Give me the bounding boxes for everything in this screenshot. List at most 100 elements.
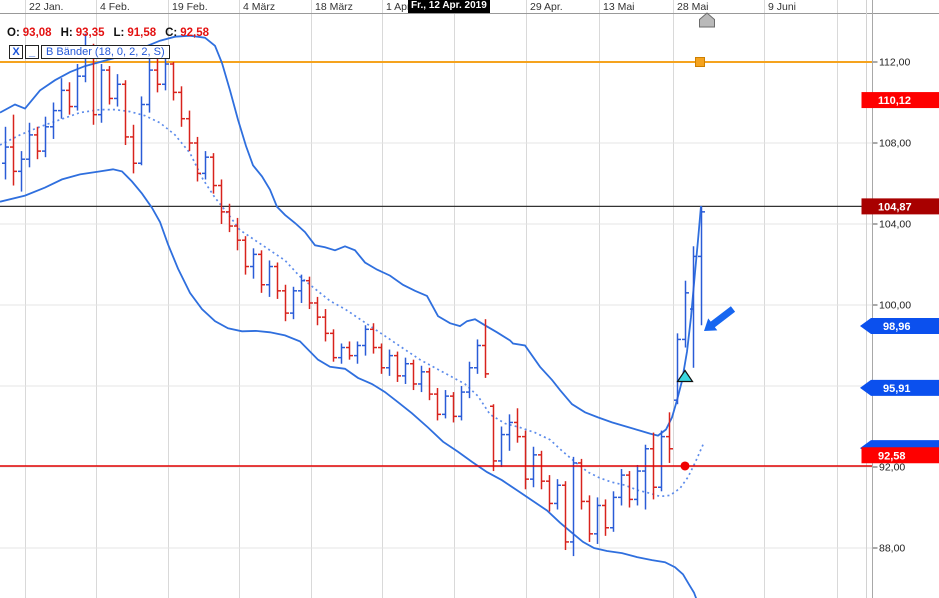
ohlc-bar (402, 358, 409, 384)
ohlc-bar (266, 260, 273, 296)
date-axis-label: 4 März (243, 1, 275, 13)
buy-signal-triangle-marker (678, 370, 693, 381)
ohlc-bar (426, 368, 433, 400)
ohlc-bar (386, 350, 393, 376)
ohlc-bar (290, 287, 297, 319)
ohlc-bar (338, 343, 345, 363)
ohlc-bar (66, 82, 73, 114)
date-marker-pentagon[interactable] (700, 13, 715, 27)
ohlc-bar (274, 262, 281, 298)
chart-window: 22 Jan.4 Feb.19 Feb.4 März18 März1 Apr.1… (0, 0, 939, 598)
price-dot-marker (681, 461, 690, 470)
date-axis-label: 19 Feb. (172, 1, 208, 13)
date-axis-label: 9 Juni (768, 1, 796, 13)
ohlc-bar (570, 457, 577, 556)
ohlc-bar (2, 127, 9, 180)
bollinger-upper-band (0, 36, 701, 436)
ohlc-bar (122, 80, 129, 145)
low-label: L: (113, 27, 124, 39)
date-axis-label: 28 Mai (677, 1, 709, 13)
date-axis-label: 29 Apr. (530, 1, 563, 13)
ohlc-bar (106, 66, 113, 104)
ohlc-bar (562, 481, 569, 550)
ohlc-bar (18, 151, 25, 192)
price-axis-label: 112,00 (879, 57, 910, 69)
ohlc-bar (498, 427, 505, 468)
ohlc-bar (370, 323, 377, 353)
date-axis-label: 22 Jan. (29, 1, 63, 13)
ohlc-bar (554, 479, 561, 509)
price-highlight-label: 92,58 (878, 450, 906, 462)
ohlc-bar (546, 475, 553, 511)
ohlc-bar (210, 153, 217, 194)
ohlc-bar (346, 341, 353, 359)
ohlc-bar (226, 204, 233, 232)
low-value: 91,58 (127, 27, 156, 39)
price-flag-label: 98,96 (883, 321, 911, 333)
ohlc-bar (50, 103, 57, 139)
ohlc-bar (354, 341, 361, 363)
ohlc-bar (538, 451, 545, 489)
ohlc-bar (418, 366, 425, 392)
ohlc-bar (658, 431, 665, 492)
open-value: 93,08 (23, 27, 52, 39)
ohlc-bar (330, 329, 337, 361)
open-label: O: (7, 27, 20, 39)
price-highlight-label: 104,87 (878, 201, 912, 213)
date-axis-label: 18 März (315, 1, 353, 13)
indicator-legend: X _ B Bänder (18, 0, 2, 2, S) (9, 45, 170, 59)
ohlc-bar (218, 179, 225, 224)
ohlc-bar (394, 352, 401, 382)
ohlc-bar (490, 404, 497, 471)
price-axis-label: 104,00 (879, 219, 911, 231)
ohlc-bar (506, 414, 513, 450)
ohlc-bar (178, 86, 185, 127)
price-chart[interactable]: 22 Jan.4 Feb.19 Feb.4 März18 März1 Apr.1… (0, 0, 939, 598)
ohlc-bar (610, 491, 617, 532)
close-value: 92,58 (180, 27, 209, 39)
ohlc-bar (26, 123, 33, 168)
ohlc-bar (474, 339, 481, 373)
price-highlight-label: 110,12 (878, 95, 911, 107)
ohlc-bar (586, 495, 593, 542)
price-axis-label: 108,00 (879, 138, 911, 150)
ohlc-bar (626, 471, 633, 507)
ohlc-bar (58, 78, 65, 119)
ohlc-bar (170, 62, 177, 100)
ohlc-bar (642, 445, 649, 510)
ohlc-bar (674, 333, 681, 404)
orange-line-handle[interactable] (696, 58, 705, 67)
indicator-close-button[interactable]: X (9, 45, 23, 59)
high-value: 93,35 (76, 27, 105, 39)
ohlc-bar (202, 151, 209, 179)
ohlc-readout: O:93,08H:93,35L:91,58C:92,58 (7, 27, 218, 39)
indicator-name[interactable]: B Bänder (18, 0, 2, 2, S) (41, 45, 170, 59)
annotation-arrow-icon (704, 306, 735, 331)
indicator-minimize-button[interactable]: _ (25, 45, 39, 59)
ohlc-bar (138, 96, 145, 165)
ohlc-bar (186, 111, 193, 152)
ohlc-bar (522, 431, 529, 490)
ohlc-bar (450, 392, 457, 422)
price-axis-label: 92,00 (879, 462, 905, 474)
ohlc-bar (314, 297, 321, 325)
ohlc-bar (42, 117, 49, 158)
ohlc-bar (434, 388, 441, 420)
price-axis-label: 88,00 (879, 543, 905, 555)
ohlc-bar (130, 125, 137, 174)
ohlc-bar (378, 343, 385, 373)
ohlc-bar (442, 390, 449, 418)
ohlc-bar (362, 325, 369, 355)
ohlc-bar (258, 250, 265, 293)
ohlc-bar (634, 465, 641, 506)
price-axis-label: 100,00 (879, 300, 911, 312)
bollinger-middle-band (0, 110, 703, 497)
ohlc-bar (10, 115, 17, 186)
ohlc-bar (98, 64, 105, 123)
ohlc-bar (466, 362, 473, 398)
ohlc-bar (410, 360, 417, 390)
price-flag-label: 95,91 (883, 383, 911, 395)
close-label: C: (165, 27, 177, 39)
ohlc-bar (242, 236, 249, 274)
ohlc-bar (114, 74, 121, 106)
